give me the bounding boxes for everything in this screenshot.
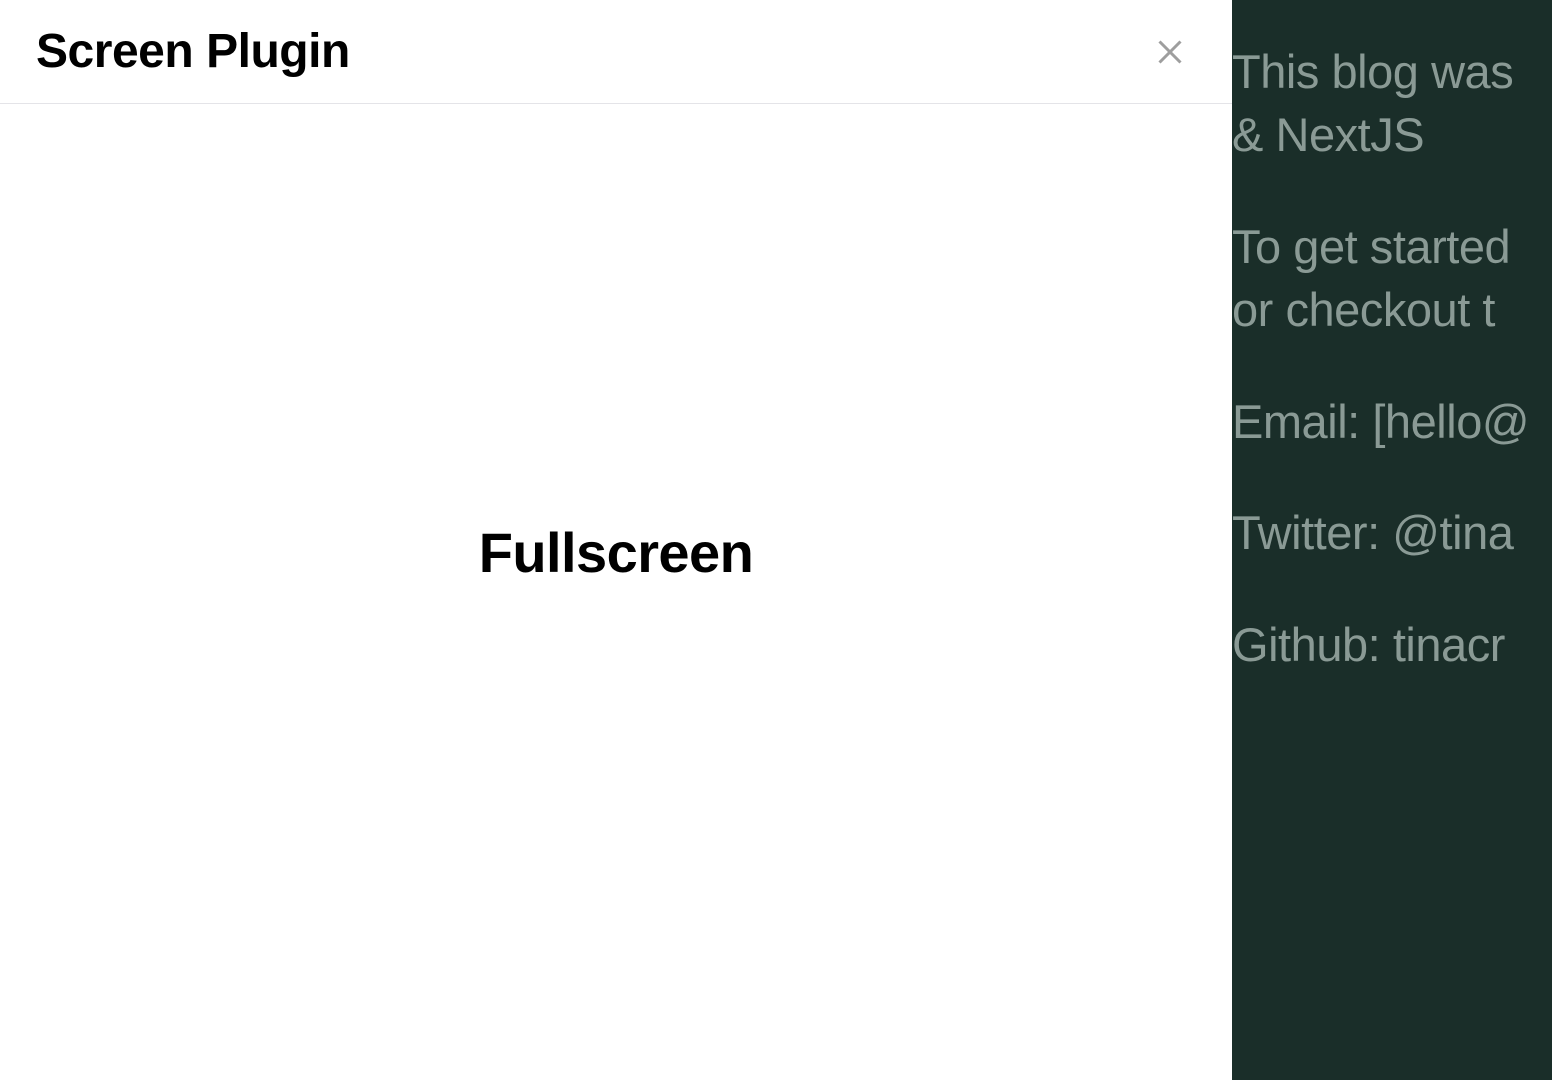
close-button[interactable] [1144, 26, 1196, 78]
modal-title: Screen Plugin [36, 24, 350, 79]
background-contact-github: Github: tinacr [1232, 613, 1552, 676]
background-contact-email: Email: [hello@ [1232, 390, 1552, 453]
modal-body: Fullscreen [0, 104, 1232, 1080]
modal-panel: Screen Plugin Fullscreen [0, 0, 1232, 1080]
modal-header: Screen Plugin [0, 0, 1232, 104]
background-text-line: To get started or checkout t [1232, 215, 1552, 342]
background-text-line: This blog was & NextJS [1232, 40, 1552, 167]
modal-content-heading: Fullscreen [479, 520, 754, 585]
background-contact-twitter: Twitter: @tina [1232, 501, 1552, 564]
close-icon [1152, 34, 1188, 70]
